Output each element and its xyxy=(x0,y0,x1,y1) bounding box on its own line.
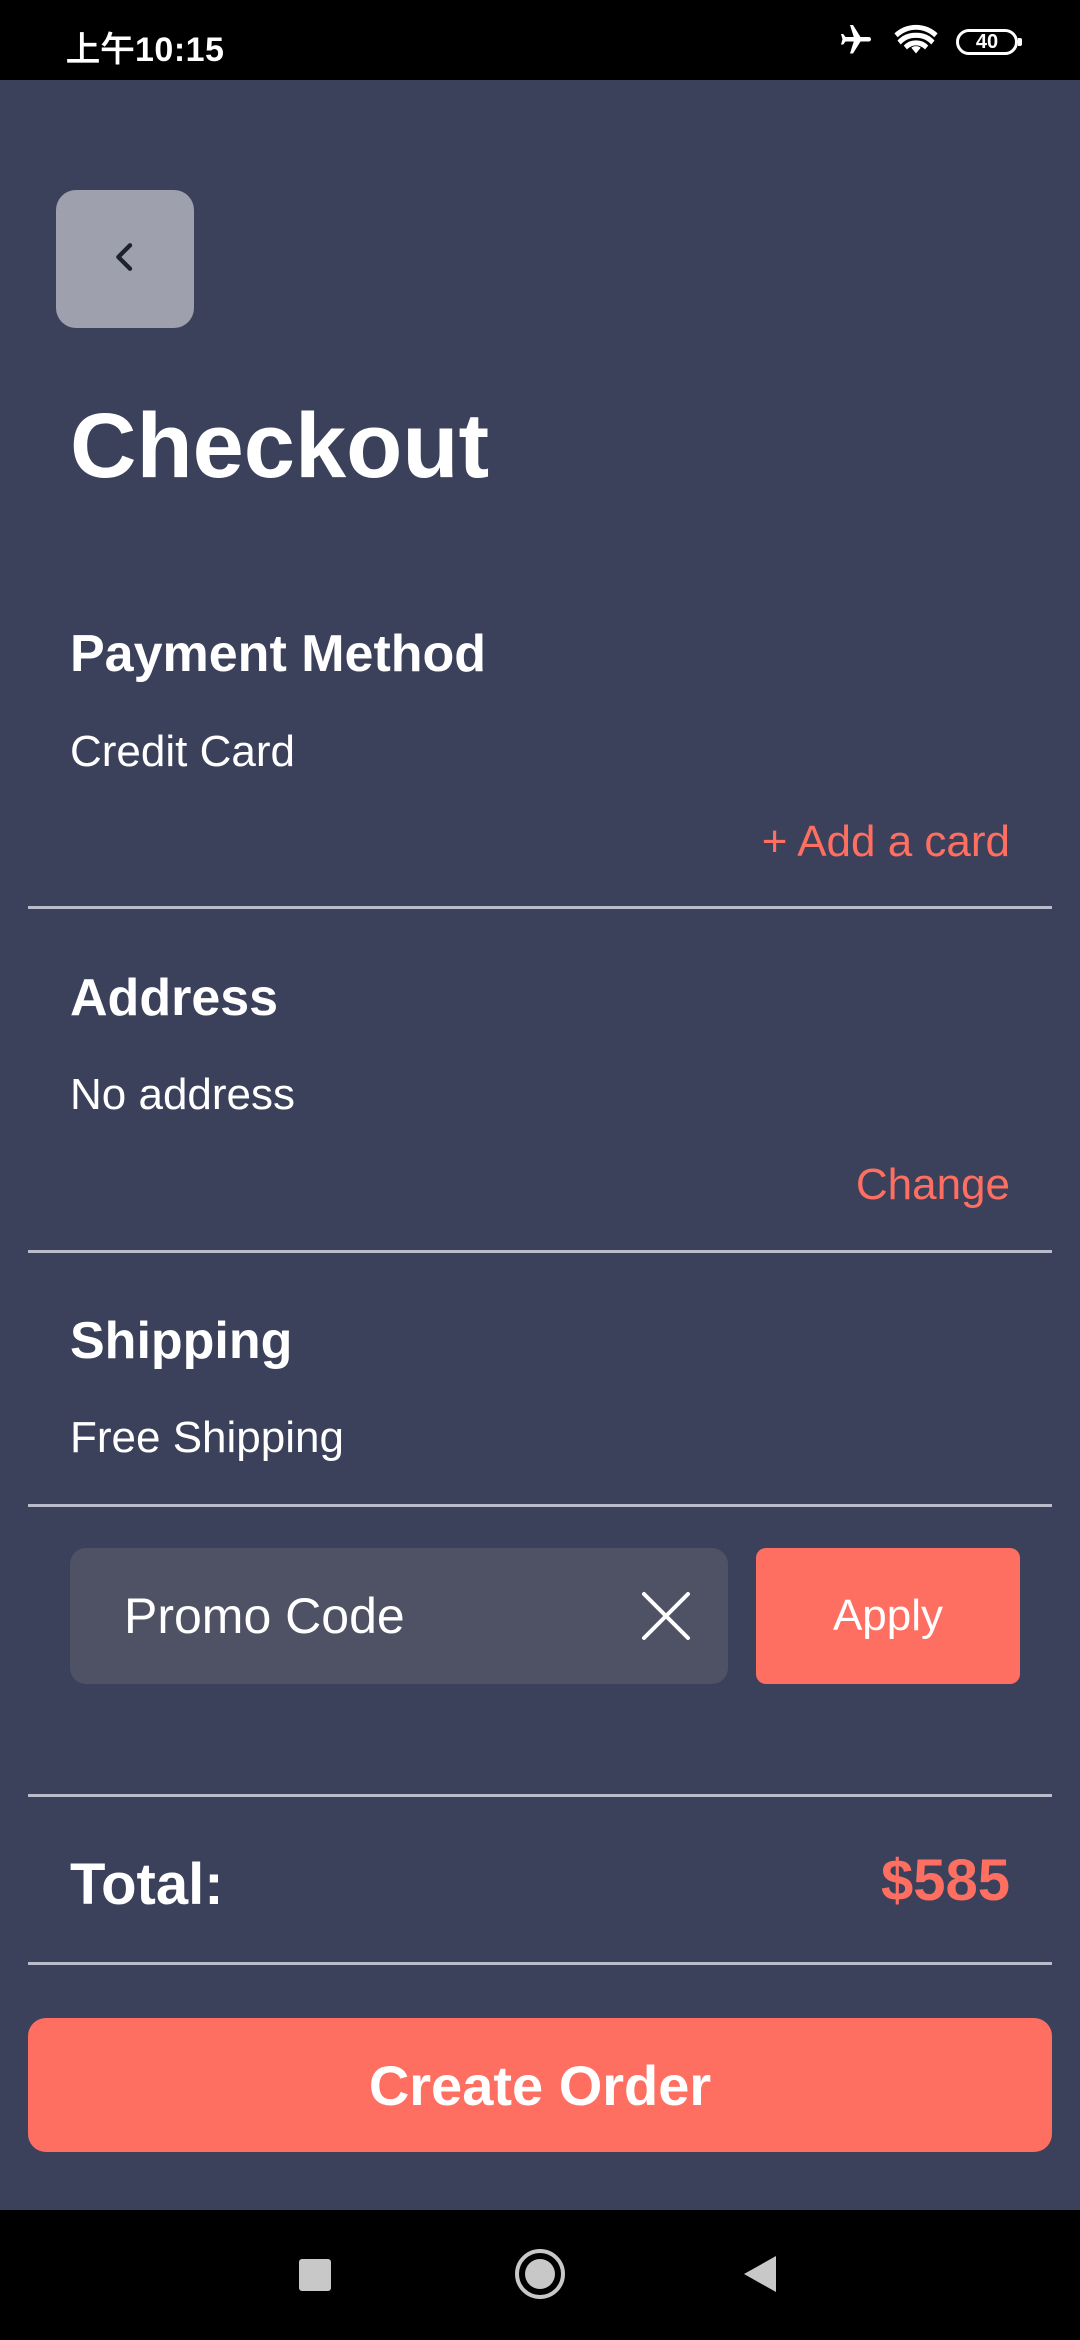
divider xyxy=(28,1794,1052,1797)
payment-method-value: Credit Card xyxy=(70,727,295,776)
back-triangle-icon[interactable] xyxy=(742,2254,778,2299)
payment-method-title: Payment Method xyxy=(70,625,487,683)
status-icons: 40 xyxy=(836,22,1022,63)
apply-button[interactable]: Apply xyxy=(756,1548,1020,1684)
total-label: Total: xyxy=(70,1852,224,1917)
battery-icon: 40 xyxy=(956,29,1022,55)
home-circle-icon[interactable] xyxy=(514,2248,566,2305)
add-card-link[interactable]: + Add a card xyxy=(762,820,1010,864)
airplane-icon xyxy=(836,22,876,63)
page-title: Checkout xyxy=(70,395,490,497)
total-value: $585 xyxy=(880,1848,1010,1913)
wifi-icon xyxy=(894,22,938,63)
address-value: No address xyxy=(70,1070,296,1119)
recents-square-icon[interactable] xyxy=(298,2258,332,2297)
divider xyxy=(28,906,1052,909)
divider xyxy=(28,1250,1052,1253)
change-address-link[interactable]: Change xyxy=(856,1163,1010,1207)
promo-code-input[interactable] xyxy=(124,1548,604,1684)
status-bar: 上午10:15 40 xyxy=(0,0,1080,80)
navigation-bar xyxy=(0,2210,1080,2340)
divider xyxy=(28,1504,1052,1507)
status-time: 上午10:15 xyxy=(66,31,225,69)
checkout-screen: Checkout Payment Method Credit Card + Ad… xyxy=(0,80,1080,2210)
close-icon[interactable] xyxy=(640,1590,692,1642)
divider xyxy=(28,1962,1052,1965)
back-button[interactable] xyxy=(56,190,194,328)
chevron-left-icon xyxy=(105,237,145,282)
create-order-button[interactable]: Create Order xyxy=(28,2018,1052,2152)
shipping-title: Shipping xyxy=(70,1312,293,1370)
promo-code-field xyxy=(70,1548,728,1684)
battery-level: 40 xyxy=(975,30,999,53)
address-title: Address xyxy=(70,969,279,1027)
shipping-value: Free Shipping xyxy=(70,1413,344,1462)
